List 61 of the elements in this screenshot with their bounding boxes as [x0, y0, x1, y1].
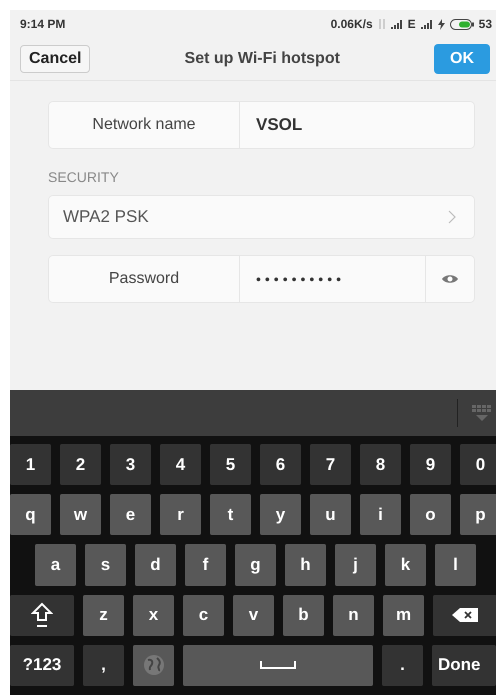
keyboard-key[interactable]: s: [85, 544, 126, 586]
bolt-icon: [438, 18, 445, 30]
keyboard-key[interactable]: n: [333, 594, 374, 636]
backspace-key[interactable]: [433, 594, 496, 636]
signal-icon: [420, 20, 433, 28]
screen-title: Set up Wi-Fi hotspot: [184, 50, 341, 68]
chevron-right-icon: [448, 210, 456, 224]
keyboard-key[interactable]: z: [83, 594, 124, 636]
keyboard-key[interactable]: i: [360, 494, 401, 536]
battery-icon: [450, 18, 474, 30]
network-type: E: [408, 17, 416, 31]
network-name-field[interactable]: Network name VSOL: [48, 101, 475, 149]
keyboard-key[interactable]: f: [185, 544, 226, 586]
keyboard-key[interactable]: w: [60, 494, 101, 536]
keyboard-key[interactable]: ?123: [10, 644, 74, 686]
keyboard-key[interactable]: r: [160, 494, 201, 536]
keyboard-key[interactable]: 3: [110, 444, 151, 486]
keyboard-key[interactable]: k: [385, 544, 426, 586]
keyboard-key[interactable]: 2: [60, 444, 101, 486]
keyboard-key[interactable]: 6: [260, 444, 301, 486]
keyboard-key[interactable]: x: [133, 594, 174, 636]
keyboard-key[interactable]: u: [310, 494, 351, 536]
keyboard-key[interactable]: y: [260, 494, 301, 536]
keyboard-key[interactable]: v: [233, 594, 274, 636]
backspace-icon: [452, 608, 478, 622]
keyboard-key[interactable]: o: [410, 494, 451, 536]
keyboard-key[interactable]: d: [135, 544, 176, 586]
keyboard-key[interactable]: j: [335, 544, 376, 586]
keyboard-key[interactable]: .: [382, 644, 423, 686]
keyboard-key[interactable]: a: [35, 544, 76, 586]
keyboard-key[interactable]: 4: [160, 444, 201, 486]
shift-icon: [31, 602, 53, 628]
space-bar-icon: [260, 661, 296, 670]
keyboard-key[interactable]: l: [435, 544, 476, 586]
signal-icon: [390, 20, 403, 28]
keyboard-key[interactable]: c: [183, 594, 224, 636]
keyboard-key[interactable]: 0: [460, 444, 496, 486]
space-key[interactable]: [183, 644, 373, 686]
keyboard-key[interactable]: 9: [410, 444, 451, 486]
keyboard-key[interactable]: b: [283, 594, 324, 636]
keyboard-key[interactable]: 5: [210, 444, 251, 486]
keyboard-key[interactable]: 8: [360, 444, 401, 486]
keyboard-key[interactable]: p: [460, 494, 496, 536]
security-selector[interactable]: WPA2 PSK: [48, 195, 475, 239]
keyboard-key[interactable]: Done: [432, 644, 496, 686]
keyboard-key[interactable]: 1: [10, 444, 51, 486]
network-speed: 0.06K/s: [330, 17, 373, 31]
keyboard-key[interactable]: q: [10, 494, 51, 536]
section-heading: SECURITY: [48, 169, 119, 185]
shift-key[interactable]: [10, 594, 74, 636]
globe-key[interactable]: [133, 644, 174, 686]
keyboard-key[interactable]: 7: [310, 444, 351, 486]
battery-percent: 53: [478, 17, 492, 31]
keyboard-key[interactable]: m: [383, 594, 424, 636]
cancel-button[interactable]: Cancel: [20, 45, 90, 73]
keyboard-key[interactable]: ,: [83, 644, 124, 686]
keyboard-key[interactable]: h: [285, 544, 326, 586]
keyboard-key[interactable]: t: [210, 494, 251, 536]
keyboard-key[interactable]: g: [235, 544, 276, 586]
status-time: 9:14 PM: [20, 17, 66, 31]
keyboard-key[interactable]: e: [110, 494, 151, 536]
